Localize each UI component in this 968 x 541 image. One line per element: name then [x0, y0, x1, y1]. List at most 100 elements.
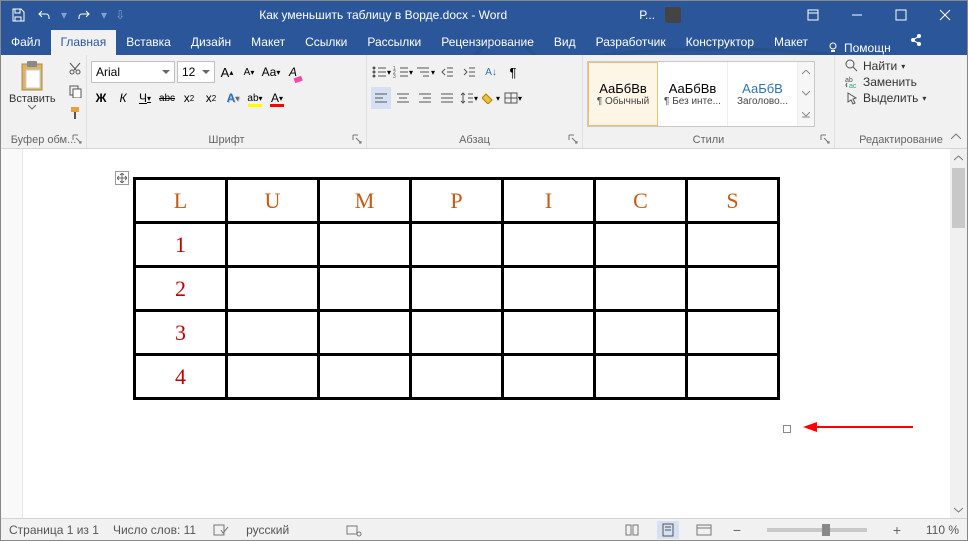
strikethrough-button[interactable]: abc — [157, 87, 177, 109]
align-left-button[interactable] — [371, 87, 391, 109]
replace-button[interactable]: abac Заменить — [845, 75, 957, 89]
decrease-indent-button[interactable] — [437, 61, 457, 83]
italic-button[interactable]: К — [113, 87, 133, 109]
text-effects-button[interactable]: A▾ — [223, 87, 243, 109]
table-cell[interactable] — [411, 223, 503, 267]
change-case-button[interactable]: Aa▾ — [261, 61, 281, 83]
scroll-up-button[interactable] — [950, 149, 967, 166]
document-table[interactable]: L U M P I C S 1 2 3 4 — [133, 177, 780, 400]
zoom-slider[interactable] — [767, 528, 867, 532]
ribbon-options-button[interactable] — [791, 1, 835, 29]
cut-button[interactable] — [64, 59, 86, 79]
shrink-font-button[interactable]: A▾ — [239, 61, 259, 83]
tab-table-design[interactable]: Конструктор — [676, 30, 764, 55]
scroll-thumb[interactable] — [952, 168, 965, 228]
bold-button[interactable]: Ж — [91, 87, 111, 109]
header-cell[interactable]: S — [687, 179, 779, 223]
table-cell[interactable] — [503, 267, 595, 311]
web-layout-button[interactable] — [693, 521, 715, 539]
show-marks-button[interactable]: ¶ — [503, 61, 523, 83]
table-cell[interactable] — [411, 267, 503, 311]
table-row[interactable]: 2 — [135, 267, 779, 311]
table-cell[interactable] — [227, 223, 319, 267]
tab-layout[interactable]: Макет — [241, 30, 295, 55]
minimize-button[interactable] — [835, 1, 879, 29]
macro-recording-button[interactable] — [343, 521, 365, 539]
table-cell[interactable] — [503, 311, 595, 355]
font-color-button[interactable]: A▾ — [267, 87, 287, 109]
increase-indent-button[interactable] — [459, 61, 479, 83]
collapse-ribbon-button[interactable] — [947, 128, 965, 146]
row-number-cell[interactable]: 1 — [135, 223, 227, 267]
zoom-slider-thumb[interactable] — [822, 524, 830, 536]
underline-button[interactable]: Ч▾ — [135, 87, 155, 109]
tab-view[interactable]: Вид — [544, 30, 586, 55]
borders-button[interactable]: ▾ — [503, 87, 523, 109]
table-cell[interactable] — [503, 223, 595, 267]
table-cell[interactable] — [227, 267, 319, 311]
header-cell[interactable]: U — [227, 179, 319, 223]
undo-button[interactable] — [33, 4, 55, 26]
style-heading1[interactable]: АаБбВ Заголово... — [728, 62, 798, 126]
align-center-button[interactable] — [393, 87, 413, 109]
tab-file[interactable]: Файл — [1, 30, 51, 55]
table-cell[interactable] — [227, 355, 319, 399]
style-no-spacing[interactable]: АаБбВв ¶ Без инте... — [658, 62, 728, 126]
table-header-row[interactable]: L U M P I C S — [135, 179, 779, 223]
table-cell[interactable] — [319, 311, 411, 355]
font-name-combo[interactable]: Arial — [91, 61, 175, 83]
scroll-track[interactable] — [950, 166, 967, 501]
multilevel-list-button[interactable]: ▾ — [415, 61, 435, 83]
table-cell[interactable] — [411, 311, 503, 355]
line-spacing-button[interactable]: ▾ — [459, 87, 479, 109]
justify-button[interactable] — [437, 87, 457, 109]
header-cell[interactable]: I — [503, 179, 595, 223]
find-button[interactable]: Найти ▾ — [845, 59, 957, 73]
tab-table-layout[interactable]: Макет — [764, 30, 818, 55]
tab-insert[interactable]: Вставка — [116, 30, 181, 55]
tab-references[interactable]: Ссылки — [295, 30, 357, 55]
clipboard-launcher[interactable] — [70, 132, 84, 146]
font-launcher[interactable] — [350, 132, 364, 146]
copy-button[interactable] — [64, 81, 86, 101]
scroll-down-button[interactable] — [950, 501, 967, 518]
maximize-button[interactable] — [879, 1, 923, 29]
table-cell[interactable] — [687, 267, 779, 311]
close-button[interactable] — [923, 1, 967, 29]
spellcheck-button[interactable] — [210, 521, 232, 539]
read-mode-button[interactable] — [621, 521, 643, 539]
shading-button[interactable]: ▾ — [481, 87, 501, 109]
table-cell[interactable] — [595, 355, 687, 399]
table-cell[interactable] — [319, 267, 411, 311]
zoom-level[interactable]: 110 % — [919, 523, 959, 537]
tab-developer[interactable]: Разработчик — [586, 30, 676, 55]
table-row[interactable]: 1 — [135, 223, 779, 267]
qat-customize[interactable]: ⇩ — [115, 8, 125, 22]
header-cell[interactable]: P — [411, 179, 503, 223]
zoom-in-button[interactable]: + — [889, 522, 905, 538]
redo-button[interactable] — [73, 4, 95, 26]
status-page[interactable]: Страница 1 из 1 — [9, 523, 99, 537]
paragraph-launcher[interactable] — [566, 132, 580, 146]
document-canvas[interactable]: L U M P I C S 1 2 3 4 — [23, 149, 950, 518]
vertical-scrollbar[interactable] — [950, 149, 967, 518]
table-cell[interactable] — [319, 223, 411, 267]
zoom-out-button[interactable]: − — [729, 522, 745, 538]
table-cell[interactable] — [319, 355, 411, 399]
table-cell[interactable] — [595, 223, 687, 267]
tell-me-search[interactable]: Помощн — [818, 41, 899, 55]
table-row[interactable]: 4 — [135, 355, 779, 399]
table-cell[interactable] — [687, 355, 779, 399]
sort-button[interactable]: A↓ — [481, 61, 501, 83]
row-number-cell[interactable]: 2 — [135, 267, 227, 311]
table-cell[interactable] — [687, 223, 779, 267]
highlight-button[interactable]: ab▾ — [245, 87, 265, 109]
tab-mailings[interactable]: Рассылки — [357, 30, 431, 55]
table-cell[interactable] — [227, 311, 319, 355]
clear-formatting-button[interactable]: A — [283, 61, 303, 83]
header-cell[interactable]: L — [135, 179, 227, 223]
tab-design[interactable]: Дизайн — [181, 30, 241, 55]
table-resize-handle[interactable] — [783, 425, 791, 433]
table-row[interactable]: 3 — [135, 311, 779, 355]
status-word-count[interactable]: Число слов: 11 — [113, 523, 196, 537]
